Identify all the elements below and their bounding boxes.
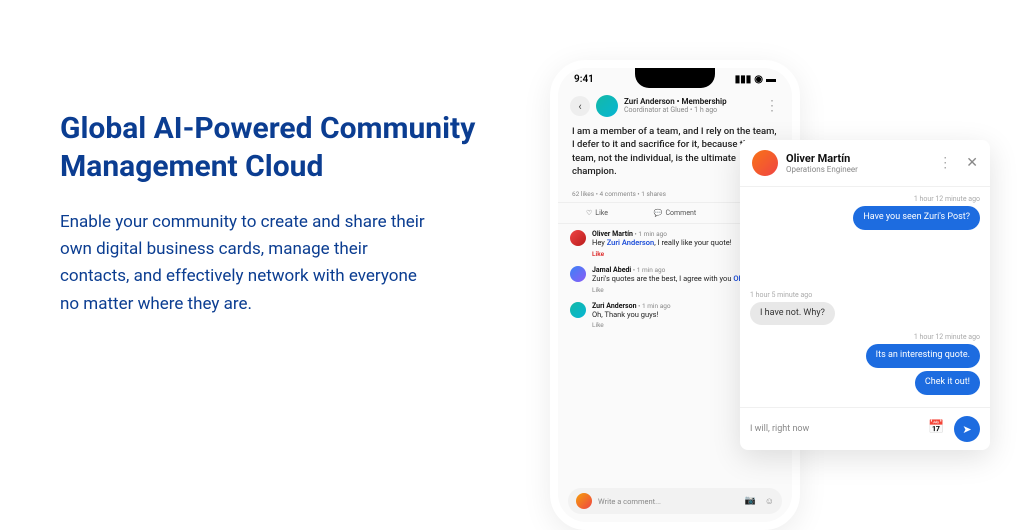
comment-button[interactable]: 💬Comment (636, 209, 714, 217)
message-group: 1 hour 12 minute ago Its an interesting q… (750, 333, 980, 397)
message-bubble: I have not. Why? (750, 302, 835, 326)
message-time: 1 hour 12 minute ago (750, 333, 980, 341)
chat-input[interactable]: I will, right now (750, 424, 920, 434)
phone-notch (635, 68, 715, 88)
chat-close-button[interactable]: ✕ (966, 155, 978, 171)
comment-avatar[interactable] (570, 302, 586, 318)
message-time: 1 hour 5 minute ago (750, 241, 980, 299)
comment-like[interactable]: Like (592, 286, 604, 294)
message-group: 1 hour 12 minute ago Have you seen Zuri's… (750, 195, 980, 233)
back-button[interactable]: ‹ (570, 96, 590, 116)
chat-more-icon[interactable]: ⋮ (938, 155, 952, 171)
post-more-icon[interactable]: ⋮ (765, 98, 780, 114)
status-time: 9:41 (574, 74, 594, 85)
message-bubble: Its an interesting quote. (866, 344, 980, 368)
cellular-icon: ▮▮▮ (735, 74, 752, 85)
camera-icon[interactable]: 📷 (745, 496, 756, 506)
message-bubble: Have you seen Zuri's Post? (853, 206, 980, 230)
send-icon: ➤ (962, 423, 971, 436)
emoji-icon[interactable]: ☺ (765, 496, 774, 507)
hero-headline: Global AI-Powered Community Management C… (60, 110, 480, 185)
chat-contact-role: Operations Engineer (786, 165, 930, 174)
chat-contact-name: Oliver Martín (786, 152, 930, 165)
status-indicators: ▮▮▮ ◉ ▬ (735, 74, 776, 85)
comment-avatar[interactable] (570, 266, 586, 282)
wifi-icon: ◉ (754, 74, 763, 85)
comment-like[interactable]: Like (592, 250, 604, 258)
battery-icon: ▬ (766, 74, 776, 85)
heart-icon: ♡ (586, 209, 592, 217)
send-button[interactable]: ➤ (954, 416, 980, 442)
chat-messages: 1 hour 12 minute ago Have you seen Zuri's… (740, 187, 990, 407)
like-button[interactable]: ♡Like (558, 209, 636, 217)
comment-composer[interactable]: Write a comment... 📷 ☺ (568, 488, 782, 514)
comment-avatar[interactable] (570, 230, 586, 246)
chat-avatar[interactable] (752, 150, 778, 176)
comment-like[interactable]: Like (592, 321, 604, 329)
calendar-icon[interactable]: 📅 (928, 420, 946, 438)
chevron-left-icon: ‹ (578, 100, 581, 113)
hero-subtext: Enable your community to create and shar… (60, 209, 440, 318)
message-time: 1 hour 12 minute ago (750, 195, 980, 203)
composer-placeholder: Write a comment... (598, 497, 736, 506)
post-author-sub: Coordinator at Glued • 1 h ago (624, 107, 759, 115)
message-group: 1 hour 5 minute ago I have not. Why? (750, 241, 980, 326)
comment-icon: 💬 (654, 209, 663, 217)
composer-avatar (576, 493, 592, 509)
message-bubble: Chek it out! (915, 371, 980, 395)
chat-popup: Oliver Martín Operations Engineer ⋮ ✕ 1 … (740, 140, 990, 450)
post-author-avatar[interactable] (596, 95, 618, 117)
